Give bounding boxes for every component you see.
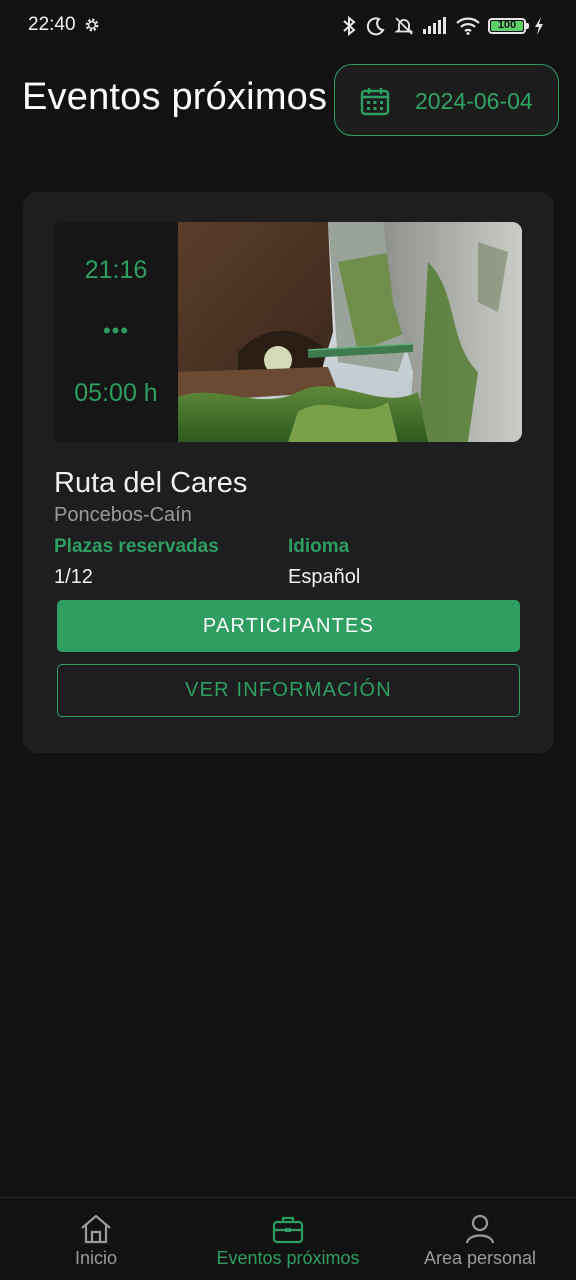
time-panel: 21:16 ••• 05:00 h <box>54 222 178 442</box>
time-dots: ••• <box>102 318 130 343</box>
language-label: Idioma <box>288 536 350 557</box>
person-icon <box>465 1214 495 1244</box>
gear-icon <box>85 18 99 32</box>
seats-value: 1/12 <box>54 566 93 588</box>
nav-item-home[interactable]: Inicio <box>36 1198 156 1280</box>
event-location: Poncebos-Caín <box>54 504 192 526</box>
nav-label-home: Inicio <box>74 1248 118 1268</box>
seats-label: Plazas reservadas <box>54 536 219 557</box>
home-icon <box>81 1214 111 1244</box>
briefcase-icon <box>272 1216 304 1244</box>
calendar-icon <box>360 88 390 116</box>
bluetooth-icon <box>343 16 356 36</box>
event-start-time: 21:16 <box>84 256 148 284</box>
event-photo <box>178 222 522 442</box>
event-duration: 05:00 h <box>74 379 158 407</box>
view-info-button[interactable]: VER INFORMACIÓN <box>57 664 520 717</box>
date-picker-button[interactable]: 2024-06-04 <box>334 64 559 136</box>
page-title: Eventos próximos <box>22 76 328 118</box>
event-card: 21:16 ••• 05:00 h Ruta del Cares Poncebo… <box>23 192 554 753</box>
battery-level: 100 <box>497 19 517 31</box>
charging-icon <box>535 17 543 35</box>
moon-icon <box>366 17 385 36</box>
selected-date: 2024-06-04 <box>415 88 533 114</box>
nav-item-personal[interactable]: Area personal <box>410 1198 550 1280</box>
event-media: 21:16 ••• 05:00 h <box>54 222 522 442</box>
status-bar: 22:40 100 <box>0 0 576 52</box>
status-icons: 100 <box>340 14 544 38</box>
bottom-nav: Inicio Eventos próximos Area personal <box>0 1197 576 1280</box>
nav-item-events[interactable]: Eventos próximos <box>198 1198 378 1280</box>
signal-icon <box>423 17 446 34</box>
status-time: 22:40 <box>28 14 76 35</box>
nav-label-personal: Area personal <box>423 1248 537 1268</box>
participants-button[interactable]: PARTICIPANTES <box>57 600 520 652</box>
nav-label-events: Eventos próximos <box>216 1248 360 1268</box>
language-value: Español <box>288 566 361 588</box>
bell-off-icon <box>394 17 414 35</box>
event-name: Ruta del Cares <box>54 467 248 499</box>
wifi-icon <box>456 17 480 35</box>
battery-icon: 100 <box>488 18 529 34</box>
